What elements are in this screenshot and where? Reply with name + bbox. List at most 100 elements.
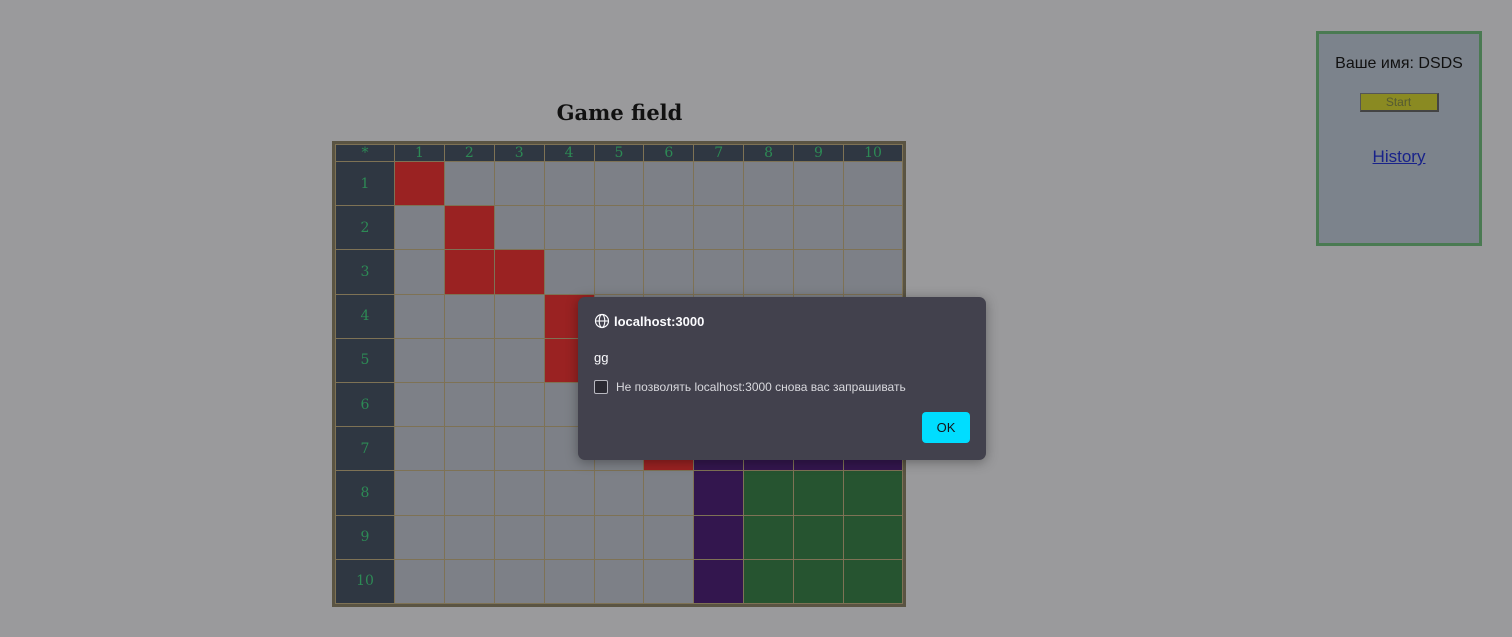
column-header: 9 xyxy=(793,144,844,162)
grid-cell-empty[interactable] xyxy=(743,205,794,251)
grid-cell-green[interactable] xyxy=(793,514,844,560)
grid-cell-empty[interactable] xyxy=(443,337,495,383)
row-header: 5 xyxy=(335,337,395,383)
grid-cell-empty[interactable] xyxy=(443,381,495,428)
grid-cell-empty[interactable] xyxy=(394,470,445,516)
grid-cell-empty[interactable] xyxy=(843,249,903,295)
grid-cell-empty[interactable] xyxy=(543,249,595,295)
grid-cell-empty[interactable] xyxy=(743,160,794,207)
header-row: * 1 2 3 4 5 6 7 8 9 10 xyxy=(335,144,903,162)
alert-dialog: localhost:3000 gg Не позволять localhost… xyxy=(578,297,986,460)
grid-cell-empty[interactable] xyxy=(543,160,595,207)
grid-cell-red[interactable] xyxy=(493,249,545,295)
grid-cell-empty[interactable] xyxy=(693,205,745,251)
history-link[interactable]: History xyxy=(1373,147,1426,167)
grid-cell-empty[interactable] xyxy=(394,249,445,295)
column-header: 8 xyxy=(743,144,794,162)
grid-cell-empty[interactable] xyxy=(793,205,844,251)
grid-cell-empty[interactable] xyxy=(593,249,645,295)
start-button[interactable]: Start xyxy=(1359,93,1439,112)
dont-ask-again-checkbox[interactable] xyxy=(594,380,608,394)
grid-cell-empty[interactable] xyxy=(693,249,745,295)
column-header: 4 xyxy=(543,144,595,162)
row-header: 10 xyxy=(335,558,395,605)
grid-cell-purple[interactable] xyxy=(693,470,745,516)
grid-cell-empty[interactable] xyxy=(394,381,445,428)
grid-cell-green[interactable] xyxy=(743,514,794,560)
grid-cell-empty[interactable] xyxy=(493,514,545,560)
grid-cell-empty[interactable] xyxy=(443,293,495,339)
grid-cell-empty[interactable] xyxy=(843,205,903,251)
grid-cell-empty[interactable] xyxy=(643,514,695,560)
grid-cell-empty[interactable] xyxy=(643,205,695,251)
grid-cell-empty[interactable] xyxy=(493,293,545,339)
ok-button[interactable]: OK xyxy=(922,412,970,443)
grid-cell-empty[interactable] xyxy=(793,249,844,295)
grid-cell-green[interactable] xyxy=(843,558,903,605)
grid-cell-empty[interactable] xyxy=(394,558,445,605)
grid-cell-green[interactable] xyxy=(793,470,844,516)
grid-cell-red[interactable] xyxy=(394,160,445,207)
grid-cell-empty[interactable] xyxy=(793,160,844,207)
grid-cell-empty[interactable] xyxy=(493,205,545,251)
grid-cell-green[interactable] xyxy=(793,558,844,605)
grid-cell-empty[interactable] xyxy=(743,249,794,295)
row-header: 8 xyxy=(335,470,395,516)
grid-cell-empty[interactable] xyxy=(493,426,545,472)
grid-cell-empty[interactable] xyxy=(593,205,645,251)
grid-row: 1 xyxy=(335,160,903,207)
grid-cell-empty[interactable] xyxy=(693,160,745,207)
grid-cell-empty[interactable] xyxy=(593,160,645,207)
grid-cell-empty[interactable] xyxy=(843,160,903,207)
grid-cell-green[interactable] xyxy=(743,470,794,516)
grid-cell-empty[interactable] xyxy=(643,160,695,207)
grid-cell-empty[interactable] xyxy=(643,249,695,295)
grid-cell-empty[interactable] xyxy=(394,205,445,251)
grid-cell-empty[interactable] xyxy=(443,470,495,516)
grid-cell-empty[interactable] xyxy=(394,514,445,560)
row-header: 9 xyxy=(335,514,395,560)
grid-cell-green[interactable] xyxy=(843,514,903,560)
grid-cell-empty[interactable] xyxy=(543,205,595,251)
grid-cell-empty[interactable] xyxy=(493,470,545,516)
grid-cell-purple[interactable] xyxy=(693,514,745,560)
player-name-label: Ваше имя: DSDS xyxy=(1335,55,1463,72)
grid-cell-empty[interactable] xyxy=(394,293,445,339)
dont-ask-again-option[interactable]: Не позволять localhost:3000 снова вас за… xyxy=(594,380,906,394)
grid-cell-empty[interactable] xyxy=(493,160,545,207)
grid-cell-empty[interactable] xyxy=(443,558,495,605)
grid-cell-empty[interactable] xyxy=(394,426,445,472)
corner-cell: * xyxy=(335,144,395,162)
grid-row: 10 xyxy=(335,558,903,605)
row-header: 1 xyxy=(335,160,395,207)
grid-cell-purple[interactable] xyxy=(693,558,745,605)
grid-cell-green[interactable] xyxy=(843,470,903,516)
row-header: 6 xyxy=(335,381,395,428)
grid-cell-empty[interactable] xyxy=(593,470,645,516)
grid-cell-red[interactable] xyxy=(443,249,495,295)
grid-cell-green[interactable] xyxy=(743,558,794,605)
grid-cell-empty[interactable] xyxy=(443,514,495,560)
row-header: 4 xyxy=(335,293,395,339)
grid-cell-empty[interactable] xyxy=(643,470,695,516)
column-header: 3 xyxy=(493,144,545,162)
game-field-title: Game field xyxy=(556,100,683,125)
grid-cell-empty[interactable] xyxy=(543,470,595,516)
grid-cell-empty[interactable] xyxy=(493,558,545,605)
grid-cell-empty[interactable] xyxy=(443,160,495,207)
column-header: 6 xyxy=(643,144,695,162)
grid-cell-empty[interactable] xyxy=(493,381,545,428)
grid-cell-empty[interactable] xyxy=(643,558,695,605)
grid-cell-empty[interactable] xyxy=(394,337,445,383)
player-panel: Ваше имя: DSDS Start History xyxy=(1316,31,1482,246)
grid-cell-empty[interactable] xyxy=(593,558,645,605)
column-header: 5 xyxy=(593,144,645,162)
grid-row: 8 xyxy=(335,470,903,516)
dialog-origin-text: localhost:3000 xyxy=(614,313,705,329)
grid-cell-empty[interactable] xyxy=(543,558,595,605)
grid-cell-empty[interactable] xyxy=(443,426,495,472)
grid-cell-red[interactable] xyxy=(443,205,495,251)
grid-cell-empty[interactable] xyxy=(593,514,645,560)
grid-cell-empty[interactable] xyxy=(493,337,545,383)
grid-cell-empty[interactable] xyxy=(543,514,595,560)
